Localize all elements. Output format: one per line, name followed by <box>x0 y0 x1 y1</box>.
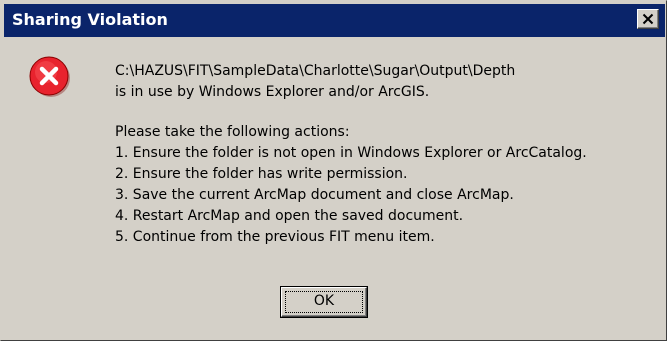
close-icon <box>642 13 654 25</box>
step-1: 1. Ensure the folder is not open in Wind… <box>115 145 587 161</box>
step-3: 3. Save the current ArcMap document and … <box>115 187 514 203</box>
ok-button[interactable]: OK <box>280 286 368 318</box>
title-bar[interactable]: Sharing Violation <box>4 4 665 37</box>
ok-button-label: OK <box>313 293 335 309</box>
dialog-title: Sharing Violation <box>12 10 168 29</box>
step-2: 2. Ensure the folder has write permissio… <box>115 166 408 182</box>
error-icon <box>29 56 70 97</box>
step-4: 4. Restart ArcMap and open the saved doc… <box>115 208 464 224</box>
sharing-violation-dialog: Sharing Violation C:\HAZUS\FIT\SampleDat… <box>0 0 667 341</box>
instructions-heading: Please take the following actions: <box>115 124 350 140</box>
message-body: C:\HAZUS\FIT\SampleData\Charlotte\Sugar\… <box>115 61 660 248</box>
step-5: 5. Continue from the previous FIT menu i… <box>115 229 435 245</box>
close-button[interactable] <box>637 9 659 29</box>
folder-path: C:\HAZUS\FIT\SampleData\Charlotte\Sugar\… <box>115 63 516 79</box>
in-use-text: is in use by Windows Explorer and/or Arc… <box>115 84 430 100</box>
